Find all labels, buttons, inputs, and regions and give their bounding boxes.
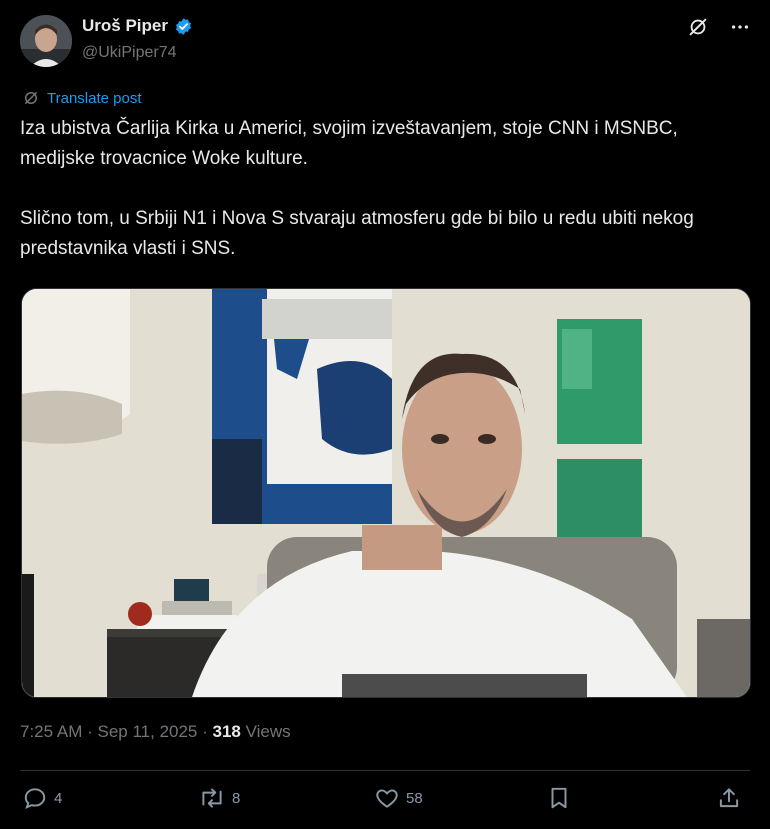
share-button[interactable] xyxy=(716,785,742,811)
views-count: 318 xyxy=(212,722,241,741)
user-handle[interactable]: @UkiPiper74 xyxy=(82,44,177,62)
avatar[interactable] xyxy=(20,15,72,67)
video-frame-image xyxy=(22,289,750,697)
bookmark-icon xyxy=(551,787,567,809)
tweet-time[interactable]: 7:25 AM xyxy=(20,722,82,741)
bookmark-button[interactable] xyxy=(546,785,572,811)
grok-icon[interactable] xyxy=(686,15,710,39)
meta-separator: · xyxy=(202,722,213,741)
views-label: Views xyxy=(245,722,291,741)
tweet-media-image[interactable] xyxy=(21,288,751,698)
like-count: 58 xyxy=(406,789,423,807)
reply-icon xyxy=(24,788,46,809)
display-name[interactable]: Uroš Piper xyxy=(82,16,168,36)
repost-icon xyxy=(202,788,222,808)
translate-label[interactable]: Translate post xyxy=(47,90,142,107)
reply-count: 4 xyxy=(54,789,63,807)
verified-badge-icon xyxy=(175,17,192,35)
tweet-meta: 7:25 AM · Sep 11, 2025 · 318 Views xyxy=(20,722,291,742)
like-icon xyxy=(376,789,398,808)
like-button[interactable]: 58 xyxy=(374,785,423,811)
tweet-actions-bar: 4 8 58 xyxy=(22,785,746,815)
more-icon[interactable] xyxy=(728,15,752,39)
author-name-row[interactable]: Uroš Piper xyxy=(82,16,193,36)
repost-count: 8 xyxy=(232,789,241,807)
reply-button[interactable]: 4 xyxy=(22,785,62,811)
translate-post-link[interactable]: Translate post xyxy=(22,89,142,107)
tweet-header-actions xyxy=(686,15,752,39)
avatar-image xyxy=(20,15,72,67)
divider xyxy=(20,770,750,771)
translate-icon xyxy=(25,92,37,104)
tweet-text: Iza ubistva Čarlija Kirka u Americi, svo… xyxy=(20,118,694,259)
meta-separator: · xyxy=(87,722,98,741)
tweet-date[interactable]: Sep 11, 2025 xyxy=(98,722,198,741)
share-icon xyxy=(719,788,739,808)
repost-button[interactable]: 8 xyxy=(198,785,240,811)
